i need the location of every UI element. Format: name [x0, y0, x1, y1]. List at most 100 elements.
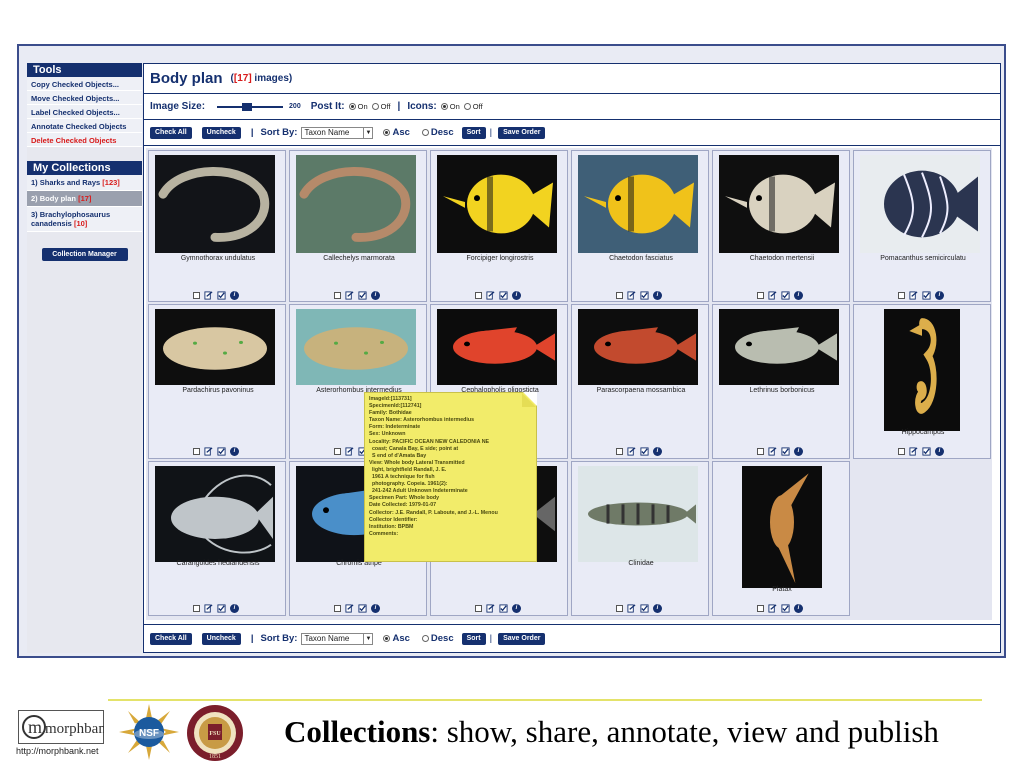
- edit-icon[interactable]: [345, 291, 354, 300]
- edit-icon[interactable]: [768, 604, 777, 613]
- icons-off-radio[interactable]: [463, 103, 471, 110]
- annotate-icon[interactable]: [781, 604, 790, 613]
- specimen-thumbnail[interactable]: [296, 155, 416, 253]
- specimen-thumbnail[interactable]: [578, 309, 698, 385]
- edit-icon[interactable]: [204, 291, 213, 300]
- desc-radio[interactable]: [421, 635, 429, 642]
- edit-icon[interactable]: [768, 447, 777, 456]
- collection-manager-button[interactable]: Collection Manager: [41, 248, 128, 261]
- image-cell[interactable]: Callechelys marmorata i: [289, 150, 427, 302]
- tool-item[interactable]: Copy Checked Objects...: [27, 77, 142, 91]
- image-size-slider[interactable]: [217, 102, 284, 111]
- image-cell[interactable]: Clinidae i: [571, 461, 709, 616]
- info-icon[interactable]: i: [653, 447, 662, 456]
- select-checkbox[interactable]: [193, 605, 200, 612]
- specimen-thumbnail[interactable]: [719, 155, 839, 253]
- edit-icon[interactable]: [486, 291, 495, 300]
- info-icon[interactable]: i: [794, 604, 803, 613]
- select-checkbox[interactable]: [334, 605, 341, 612]
- select-checkbox[interactable]: [616, 292, 623, 299]
- annotate-icon[interactable]: [922, 447, 931, 456]
- specimen-thumbnail[interactable]: [884, 309, 960, 431]
- edit-icon[interactable]: [486, 604, 495, 613]
- image-cell[interactable]: Carangoides hedlandensis i: [148, 461, 286, 616]
- post-it-on-radio[interactable]: [348, 103, 356, 110]
- post-it-off-radio[interactable]: [371, 103, 379, 110]
- edit-icon[interactable]: [909, 447, 918, 456]
- annotate-icon[interactable]: [640, 447, 649, 456]
- specimen-thumbnail[interactable]: [155, 155, 275, 253]
- annotate-icon[interactable]: [217, 291, 226, 300]
- annotate-icon[interactable]: [499, 604, 508, 613]
- select-checkbox[interactable]: [757, 292, 764, 299]
- specimen-thumbnail[interactable]: [860, 155, 980, 253]
- select-checkbox[interactable]: [475, 292, 482, 299]
- info-icon[interactable]: i: [512, 604, 521, 613]
- edit-icon[interactable]: [204, 447, 213, 456]
- specimen-thumbnail[interactable]: [719, 309, 839, 385]
- info-icon[interactable]: i: [512, 291, 521, 300]
- specimen-thumbnail[interactable]: [437, 155, 557, 253]
- select-checkbox[interactable]: [757, 605, 764, 612]
- select-checkbox[interactable]: [898, 448, 905, 455]
- save-order-button[interactable]: Save Order: [498, 126, 546, 139]
- annotate-icon[interactable]: [499, 291, 508, 300]
- edit-icon[interactable]: [204, 604, 213, 613]
- select-checkbox[interactable]: [193, 448, 200, 455]
- select-checkbox[interactable]: [334, 448, 341, 455]
- info-icon[interactable]: i: [794, 291, 803, 300]
- annotate-icon[interactable]: [922, 291, 931, 300]
- select-checkbox[interactable]: [334, 292, 341, 299]
- annotate-icon[interactable]: [358, 291, 367, 300]
- info-icon[interactable]: i: [794, 447, 803, 456]
- annotate-icon[interactable]: [217, 604, 226, 613]
- icons-on-radio[interactable]: [440, 103, 448, 110]
- check-all-button[interactable]: Check All: [150, 632, 192, 645]
- image-cell[interactable]: Pardachirus pavoninus i: [148, 304, 286, 459]
- image-cell[interactable]: Hippocampus i: [853, 304, 991, 459]
- annotate-icon[interactable]: [217, 447, 226, 456]
- annotate-icon[interactable]: [640, 604, 649, 613]
- info-icon[interactable]: i: [653, 604, 662, 613]
- tool-item[interactable]: Move Checked Objects...: [27, 91, 142, 105]
- edit-icon[interactable]: [768, 291, 777, 300]
- desc-radio[interactable]: [421, 129, 429, 136]
- edit-icon[interactable]: [909, 291, 918, 300]
- specimen-thumbnail[interactable]: [742, 466, 822, 588]
- info-icon[interactable]: i: [230, 447, 239, 456]
- select-checkbox[interactable]: [193, 292, 200, 299]
- specimen-thumbnail[interactable]: [437, 309, 557, 385]
- collection-item[interactable]: 2) Body plan [17]: [27, 191, 142, 207]
- specimen-thumbnail[interactable]: [155, 309, 275, 385]
- sort-button[interactable]: Sort: [461, 126, 486, 139]
- collection-item[interactable]: 1) Sharks and Rays [123]: [27, 175, 142, 191]
- edit-icon[interactable]: [345, 604, 354, 613]
- specimen-thumbnail[interactable]: [155, 466, 275, 562]
- info-icon[interactable]: i: [371, 604, 380, 613]
- info-icon[interactable]: i: [653, 291, 662, 300]
- tool-item[interactable]: Delete Checked Objects: [27, 133, 142, 147]
- image-cell[interactable]: Platax i: [712, 461, 850, 616]
- tool-item[interactable]: Annotate Checked Objects: [27, 119, 142, 133]
- edit-icon[interactable]: [345, 447, 354, 456]
- specimen-thumbnail[interactable]: [296, 309, 416, 385]
- select-checkbox[interactable]: [757, 448, 764, 455]
- edit-icon[interactable]: [627, 447, 636, 456]
- select-checkbox[interactable]: [616, 448, 623, 455]
- check-all-button[interactable]: Check All: [150, 126, 192, 139]
- edit-icon[interactable]: [627, 604, 636, 613]
- image-cell[interactable]: Forcipiger longirostris i: [430, 150, 568, 302]
- info-icon[interactable]: i: [371, 291, 380, 300]
- info-icon[interactable]: i: [935, 291, 944, 300]
- uncheck-button[interactable]: Uncheck: [201, 632, 241, 645]
- select-checkbox[interactable]: [475, 605, 482, 612]
- sort-field-select[interactable]: Taxon Name ▼: [301, 632, 374, 645]
- sort-button[interactable]: Sort: [461, 632, 486, 645]
- image-cell[interactable]: Pomacanthus semicirculatu i: [853, 150, 991, 302]
- image-cell[interactable]: Gymnothorax undulatus i: [148, 150, 286, 302]
- info-icon[interactable]: i: [230, 604, 239, 613]
- annotate-icon[interactable]: [358, 604, 367, 613]
- image-cell[interactable]: Parascorpaena mossambica i: [571, 304, 709, 459]
- uncheck-button[interactable]: Uncheck: [201, 126, 241, 139]
- tool-item[interactable]: Label Checked Objects...: [27, 105, 142, 119]
